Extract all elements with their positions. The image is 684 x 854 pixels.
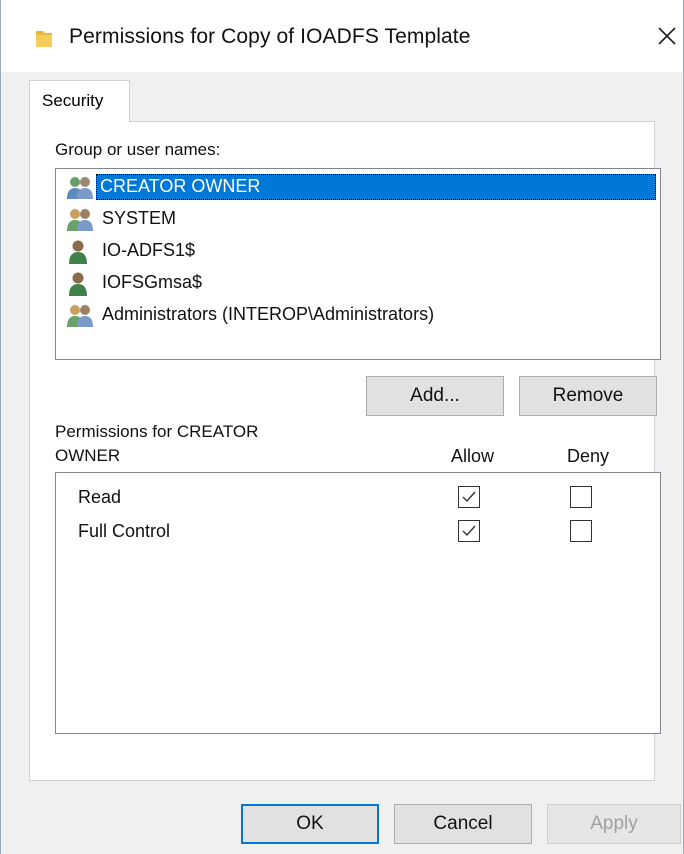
user-name: IOFSGmsa$ [102, 272, 203, 292]
user-icon [66, 271, 96, 297]
full-control-deny-checkbox[interactable] [570, 520, 592, 542]
list-item-iofsgmsa[interactable]: IOFSGmsa$ [64, 269, 658, 297]
deny-column-header: Deny [567, 446, 610, 466]
permission-row-full-control: Full Control [56, 517, 660, 547]
read-allow-checkbox[interactable] [458, 486, 480, 508]
list-item-io-adfs1[interactable]: IO-ADFS1$ [64, 237, 658, 265]
checkmark-icon [462, 525, 476, 537]
permission-name: Read [78, 487, 122, 507]
apply-button[interactable]: Apply [547, 804, 681, 844]
read-deny-checkbox[interactable] [570, 486, 592, 508]
close-button[interactable] [653, 22, 681, 50]
folder-icon [35, 28, 53, 48]
full-control-allow-checkbox[interactable] [458, 520, 480, 542]
group-or-user-names-label: Group or user names: [55, 140, 221, 159]
permission-name: Full Control [78, 521, 171, 541]
list-item-system[interactable]: SYSTEM [64, 205, 658, 233]
close-icon [658, 27, 676, 45]
users-group-icon [66, 303, 96, 329]
list-item-creator-owner[interactable]: CREATOR OWNER [64, 173, 658, 201]
remove-button[interactable]: Remove [519, 376, 657, 416]
checkmark-icon [462, 491, 476, 503]
cancel-button[interactable]: Cancel [394, 804, 532, 844]
ok-button[interactable]: OK [241, 804, 379, 844]
list-item-administrators[interactable]: Administrators (INTEROP\Administrators) [64, 301, 658, 329]
tab-security-label: Security [42, 91, 104, 110]
permission-row-read: Read [56, 483, 660, 513]
title-bar: Permissions for Copy of IOADFS Template [1, 0, 683, 72]
users-group-icon [66, 175, 96, 201]
user-name: SYSTEM [102, 208, 177, 228]
user-name: CREATOR OWNER [100, 176, 261, 196]
tab-security[interactable]: Security [29, 80, 130, 122]
permissions-for-label-line1: Permissions for CREATOR [55, 422, 259, 441]
users-listbox[interactable]: CREATOR OWNER SYSTEM IO-ADFS1$ IOFSGmsa$… [55, 168, 661, 360]
permissions-dialog: Permissions for Copy of IOADFS Template … [0, 0, 684, 854]
permissions-for-label-line2: OWNER [55, 446, 121, 465]
allow-column-header: Allow [451, 446, 495, 466]
user-name: Administrators (INTEROP\Administrators) [102, 304, 435, 324]
user-icon [66, 239, 96, 265]
user-name: IO-ADFS1$ [102, 240, 196, 260]
permissions-list: Read Full Control [55, 472, 661, 734]
users-group-icon [66, 207, 96, 233]
dialog-title: Permissions for Copy of IOADFS Template [69, 25, 471, 48]
add-button[interactable]: Add... [366, 376, 504, 416]
